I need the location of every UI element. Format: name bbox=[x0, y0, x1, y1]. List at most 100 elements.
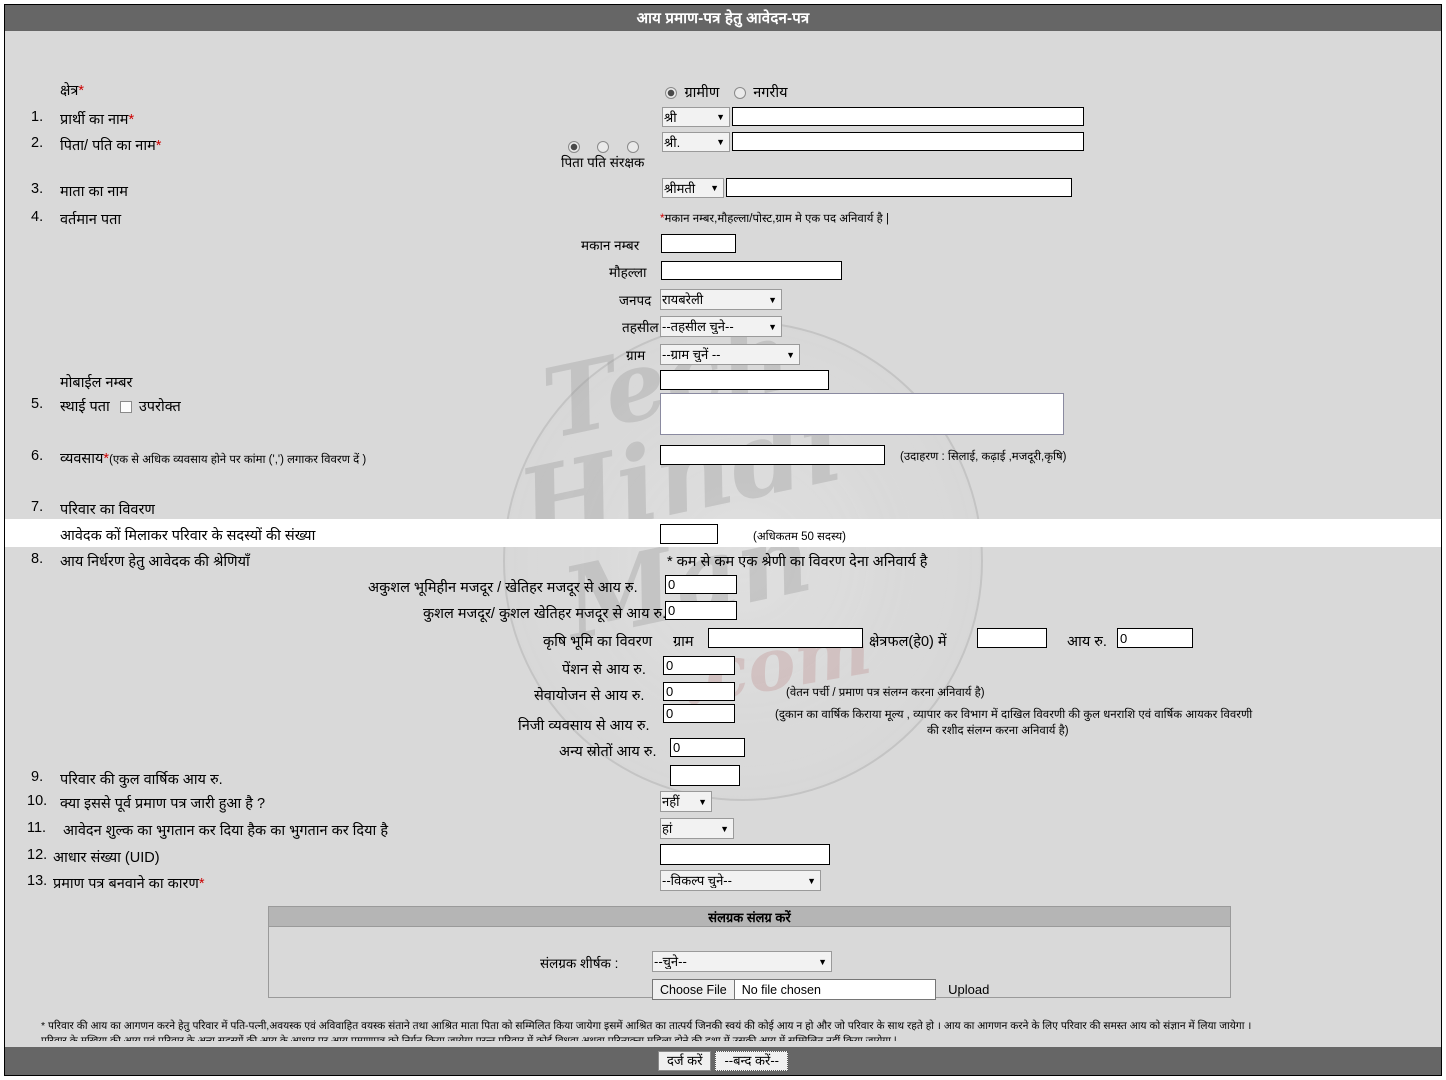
applicant-name-input[interactable] bbox=[732, 107, 1084, 126]
mobile-input[interactable] bbox=[660, 370, 829, 390]
total-income-input[interactable] bbox=[670, 765, 740, 786]
mohalla-label: मौहल्ला bbox=[609, 265, 647, 280]
father-name-number: 2. bbox=[31, 135, 44, 151]
applicant-name-label: प्रार्थी का नाम* bbox=[60, 112, 135, 128]
form-body: Tech Hindi Man .com क्षेत्र* ग्रामीण नगर… bbox=[5, 31, 1441, 1041]
total-income-number: 9. bbox=[31, 769, 44, 785]
file-upload-row: Choose File No file chosen Upload bbox=[652, 979, 989, 1000]
village-dropdown[interactable]: --ग्राम चुनें -- ▼ bbox=[660, 344, 800, 365]
village-select[interactable]: --ग्राम चुनें -- bbox=[660, 344, 800, 365]
mother-name-input[interactable] bbox=[726, 178, 1072, 197]
fee-paid-number: 11. bbox=[27, 820, 47, 836]
reason-select[interactable]: --विकल्प चुने-- bbox=[660, 870, 821, 891]
income-unskilled-input[interactable] bbox=[665, 575, 737, 594]
occupation-label: व्यवसाय*(एक से अधिक व्यवसाय होने पर कांम… bbox=[60, 451, 367, 467]
applicant-salutation-select[interactable]: श्री bbox=[662, 107, 730, 127]
district-select[interactable]: रायबरेली bbox=[660, 289, 782, 310]
income-categories-note: * कम से कम एक श्रेणी का विवरण देना अनिवा… bbox=[667, 554, 928, 570]
income-pension-label: पेंशन से आय रु. bbox=[562, 662, 646, 678]
reason-dropdown[interactable]: --विकल्प चुने-- ▼ bbox=[660, 870, 821, 891]
father-salutation-dropdown[interactable]: श्री. ▼ bbox=[662, 132, 730, 152]
relation-radio-father[interactable] bbox=[568, 141, 580, 153]
mother-name-label: माता का नाम bbox=[60, 184, 128, 200]
area-radio-rural[interactable] bbox=[665, 87, 677, 99]
attachment-panel-title: संलग्रक संलग्र करें bbox=[269, 907, 1230, 927]
permanent-address-label: स्थाई पता उपरोक्त bbox=[60, 399, 181, 415]
area-radio-urban[interactable] bbox=[733, 87, 746, 99]
income-employment-input[interactable] bbox=[663, 682, 735, 701]
attachment-title-dropdown[interactable]: --चुने-- ▼ bbox=[652, 951, 832, 972]
family-details-label: परिवार का विवरण bbox=[60, 502, 155, 518]
father-salutation-select[interactable]: श्री. bbox=[662, 132, 730, 152]
choose-file-button[interactable]: Choose File bbox=[653, 980, 735, 999]
permanent-address-textarea[interactable] bbox=[660, 393, 1064, 435]
applicant-salutation-dropdown[interactable]: श्री ▼ bbox=[662, 107, 730, 127]
income-categories-label: आय निर्धरण हेतु आवेदक की श्रेणियाँ bbox=[60, 554, 250, 570]
father-name-label: पिता/ पति का नाम* bbox=[60, 138, 162, 154]
agri-land-village-label: ग्राम bbox=[673, 634, 694, 650]
income-private-hint2: की रशीद संलग्न करना अनिवार्य है) bbox=[927, 725, 1069, 737]
permanent-address-same-checkbox[interactable] bbox=[119, 401, 132, 413]
aadhaar-label: आधार संख्या (UID) bbox=[53, 850, 160, 866]
income-employment-label: सेवायोजन से आय रु. bbox=[534, 688, 645, 704]
reason-label: प्रमाण पत्र बनवाने का कारण* bbox=[53, 876, 205, 892]
close-button[interactable]: --बन्द करें-- bbox=[715, 1051, 789, 1071]
income-skilled-input[interactable] bbox=[665, 601, 737, 620]
tehsil-dropdown[interactable]: --तहसील चुने-- ▼ bbox=[660, 316, 782, 337]
agri-land-village-input[interactable] bbox=[708, 628, 863, 648]
tehsil-label: तहसील bbox=[622, 320, 659, 335]
page-title: आय प्रमाण-पत्र हेतु आवेदन-पत्र bbox=[636, 10, 810, 27]
income-employment-hint: (वेतन पर्ची / प्रमाण पत्र संलग्न करना अन… bbox=[786, 687, 985, 699]
income-other-input[interactable] bbox=[670, 738, 745, 757]
area-radio-group[interactable]: ग्रामीण नगरीय bbox=[665, 82, 788, 102]
fee-paid-select[interactable]: हां bbox=[660, 818, 734, 839]
occupation-hint: (एक से अधिक व्यवसाय होने पर कांमा (',') … bbox=[109, 454, 367, 466]
prior-certificate-select[interactable]: नहीं bbox=[660, 791, 712, 812]
relation-radio-guardian[interactable] bbox=[626, 141, 639, 153]
village-label: ग्राम bbox=[626, 348, 646, 363]
area-radio-urban-label: नगरीय bbox=[753, 85, 788, 101]
file-input[interactable]: Choose File No file chosen bbox=[652, 979, 936, 1000]
permanent-address-number: 5. bbox=[31, 396, 44, 412]
relation-radio-husband[interactable] bbox=[597, 141, 610, 153]
house-no-input[interactable] bbox=[661, 234, 736, 253]
agri-land-area-input[interactable] bbox=[977, 628, 1047, 648]
area-label: क्षेत्र* bbox=[60, 83, 85, 99]
submit-button[interactable]: दर्ज करें bbox=[657, 1051, 712, 1071]
upload-button[interactable]: Upload bbox=[948, 982, 989, 997]
mobile-label: मोबाईल नम्बर bbox=[60, 375, 133, 391]
attachment-title-select[interactable]: --चुने-- bbox=[652, 951, 832, 972]
income-private-input[interactable] bbox=[663, 704, 735, 723]
applicant-name-number: 1. bbox=[31, 109, 44, 125]
aadhaar-number-label: 12. bbox=[27, 847, 48, 863]
mother-salutation-select[interactable]: श्रीमती bbox=[662, 178, 724, 198]
tehsil-select[interactable]: --तहसील चुने-- bbox=[660, 316, 782, 337]
fee-paid-dropdown[interactable]: हां ▼ bbox=[660, 818, 734, 839]
mohalla-input[interactable] bbox=[661, 261, 842, 280]
father-name-input[interactable] bbox=[732, 132, 1084, 151]
prior-certificate-label: क्या इससे पूर्व प्रमाण पत्र जारी हुआ है … bbox=[60, 796, 266, 812]
note-line-1: * परिवार की आय का आगणन करने हेतु परिवार … bbox=[41, 1020, 1252, 1032]
family-members-hint: (अधिकतम 50 सदस्य) bbox=[753, 531, 846, 543]
income-pension-input[interactable] bbox=[663, 656, 735, 675]
income-categories-number: 8. bbox=[31, 551, 44, 567]
mother-salutation-dropdown[interactable]: श्रीमती ▼ bbox=[662, 178, 724, 198]
prior-certificate-number: 10. bbox=[27, 793, 48, 809]
prior-certificate-dropdown[interactable]: नहीं ▼ bbox=[660, 791, 712, 812]
current-address-number: 4. bbox=[31, 209, 44, 225]
occupation-input[interactable] bbox=[660, 445, 885, 465]
agri-land-income-input[interactable] bbox=[1117, 628, 1193, 648]
district-label: जनपद bbox=[619, 293, 652, 308]
mother-name-number: 3. bbox=[31, 181, 44, 197]
aadhaar-input[interactable] bbox=[660, 844, 830, 865]
income-unskilled-label: अकुशल भूमिहीन मजदूर / खेतिहर मजदूर से आय… bbox=[368, 580, 638, 596]
screenshot-root: आय प्रमाण-पत्र हेतु आवेदन-पत्र Tech Hind… bbox=[0, 0, 1446, 1080]
family-members-input[interactable] bbox=[660, 524, 718, 544]
reason-number: 13. bbox=[27, 873, 48, 889]
window-titlebar: आय प्रमाण-पत्र हेतु आवेदन-पत्र bbox=[5, 5, 1441, 31]
district-dropdown[interactable]: रायबरेली ▼ bbox=[660, 289, 782, 310]
agri-land-label: कृषि भूमि का विवरण bbox=[543, 634, 653, 650]
relation-radio-caption: पिता पति संरक्षक bbox=[561, 155, 645, 170]
family-details-number: 7. bbox=[31, 499, 44, 515]
area-required-mark: * bbox=[78, 83, 85, 99]
